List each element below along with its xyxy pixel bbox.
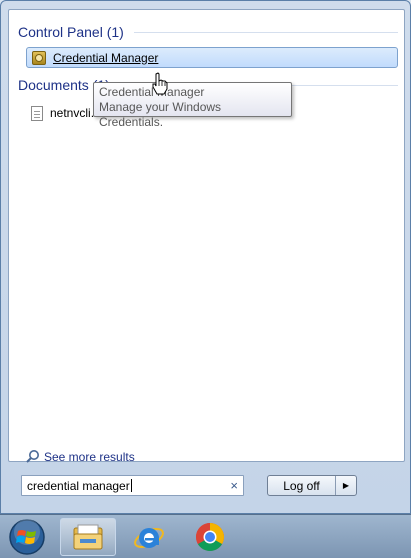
see-more-results-link[interactable]: See more results	[25, 449, 135, 464]
search-input[interactable]: credential manager ×	[21, 475, 244, 496]
search-results-panel: Control Panel (1) Credential Manager Doc…	[8, 9, 405, 464]
search-value: credential manager	[27, 478, 130, 493]
clear-search-icon[interactable]: ×	[230, 478, 238, 493]
windows-logo-icon	[9, 519, 45, 555]
see-more-label: See more results	[44, 449, 135, 464]
internet-explorer-icon	[134, 528, 164, 548]
taskbar-windows-explorer[interactable]	[60, 518, 116, 556]
start-menu: Control Panel (1) Credential Manager Doc…	[0, 0, 411, 514]
taskbar-google-chrome[interactable]	[182, 518, 238, 556]
hand-cursor-icon	[152, 72, 168, 95]
power-button-group: Log off ▶	[267, 475, 357, 496]
credential-manager-icon	[32, 50, 46, 65]
text-caret	[130, 479, 132, 492]
tooltip: Credential Manager Manage your Windows C…	[93, 82, 292, 129]
tooltip-description: Manage your Windows Credentials.	[99, 100, 222, 129]
start-button[interactable]	[3, 518, 51, 556]
group-divider	[133, 31, 398, 33]
taskbar-internet-explorer[interactable]	[121, 518, 177, 556]
taskbar	[0, 514, 411, 558]
group-title: Control Panel (1)	[18, 24, 124, 40]
group-header-control-panel[interactable]: Control Panel (1)	[18, 24, 398, 40]
folder-icon	[73, 524, 103, 550]
log-off-button[interactable]: Log off	[268, 476, 336, 495]
tooltip-title: Credential Manager	[99, 85, 205, 99]
magnifier-icon	[26, 450, 39, 463]
result-label: Credential Manager	[53, 50, 159, 65]
result-credential-manager[interactable]: Credential Manager	[26, 47, 398, 68]
shutdown-options-arrow-icon[interactable]: ▶	[336, 476, 356, 495]
chrome-icon	[196, 523, 224, 551]
document-icon	[31, 105, 43, 121]
